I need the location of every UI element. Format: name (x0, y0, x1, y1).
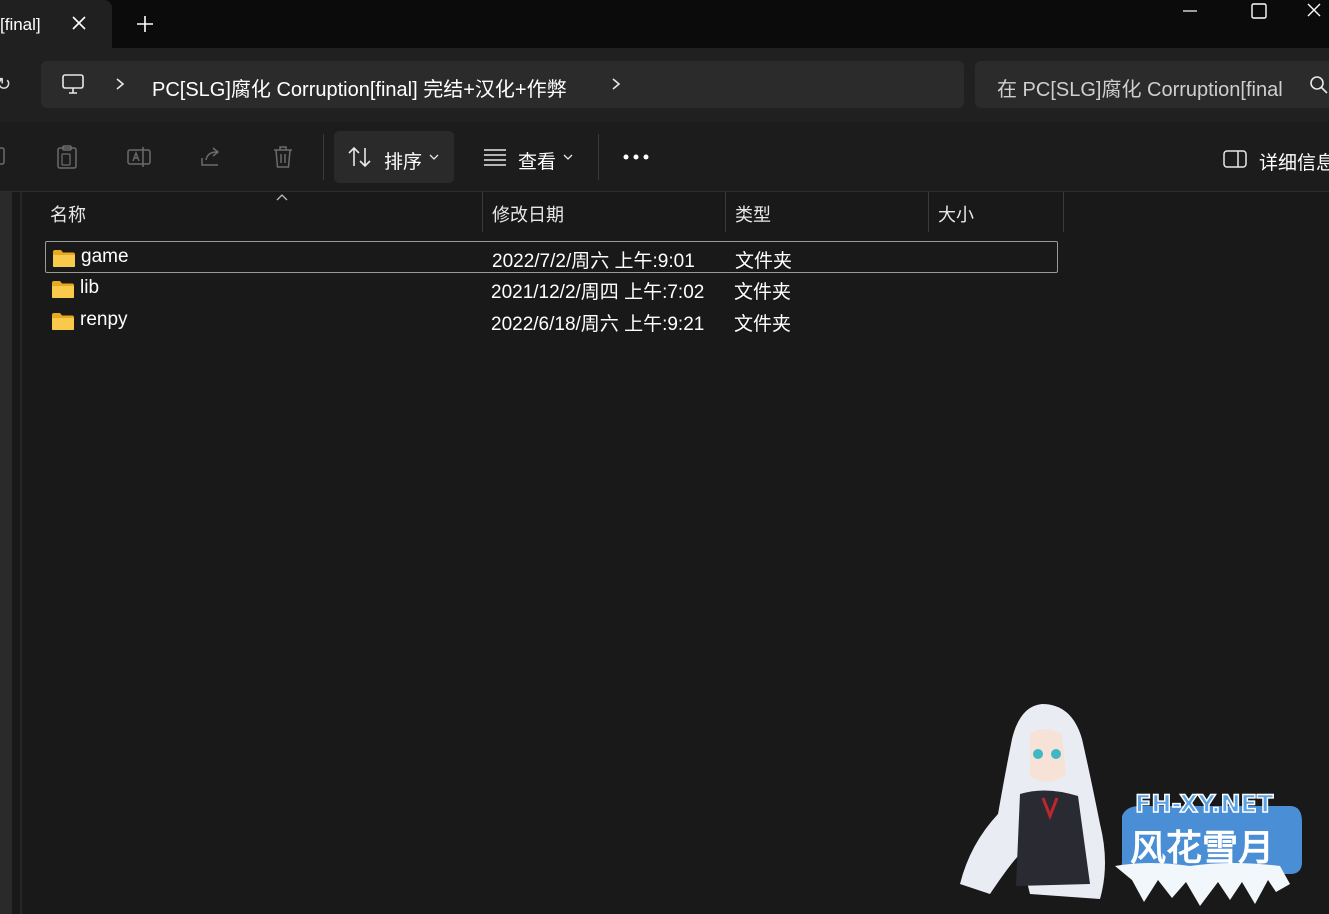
share-icon[interactable] (198, 144, 224, 170)
table-row[interactable]: lib 2021/12/2/周四 上午:7:02 文件夹 (45, 273, 1058, 305)
minimize-icon[interactable] (1166, 0, 1212, 30)
column-divider[interactable] (1063, 192, 1064, 232)
file-type: 文件夹 (735, 251, 793, 272)
details-pane-button[interactable]: 详细信息 (1214, 144, 1329, 174)
file-date: 2022/7/2/周六 上午:9:01 (492, 251, 695, 272)
sort-label: 排序 (384, 152, 423, 173)
file-date: 2021/12/2/周四 上午:7:02 (491, 282, 705, 303)
command-bar: 排序 查看 详细信息 (0, 122, 1329, 192)
search-icon[interactable] (1309, 75, 1329, 95)
chevron-down-icon (563, 154, 573, 160)
title-bar: [final] (0, 0, 1329, 48)
search-placeholder: 在 PC[SLG]腐化 Corruption[final] 中搜索 (997, 79, 1282, 101)
column-divider[interactable] (725, 192, 726, 232)
file-date: 2022/6/18/周六 上午:9:21 (491, 314, 705, 335)
column-header-name[interactable]: 名称 (42, 192, 482, 232)
navigation-row: ↻ PC[SLG]腐化 Corruption[final] 完结+汉化+作弊 在… (0, 48, 1329, 122)
chevron-down-icon (429, 154, 439, 160)
details-pane-icon (1223, 150, 1247, 168)
tab-label: [final] (0, 15, 41, 34)
column-divider[interactable] (928, 192, 929, 232)
column-header-type[interactable]: 类型 (727, 192, 927, 232)
window-close-icon[interactable] (1300, 0, 1329, 30)
watermark-title-text: 风花雪月 (1130, 828, 1274, 869)
rename-icon[interactable] (126, 144, 152, 170)
details-label: 详细信息 (1259, 153, 1329, 174)
delete-icon[interactable] (270, 144, 296, 170)
address-bar[interactable]: PC[SLG]腐化 Corruption[final] 完结+汉化+作弊 (41, 61, 964, 108)
chevron-right-icon[interactable] (609, 76, 623, 92)
sort-ascending-caret-icon (276, 194, 288, 201)
new-tab-plus-icon[interactable] (134, 13, 156, 35)
column-header-size[interactable]: 大小 (930, 192, 1062, 232)
table-row[interactable]: game 2022/7/2/周六 上午:9:01 文件夹 (45, 241, 1058, 273)
folder-icon (53, 250, 75, 267)
tab-active[interactable]: [final] (0, 0, 112, 48)
maximize-icon[interactable] (1236, 0, 1282, 30)
toolbar-divider (598, 134, 599, 180)
file-name: renpy (80, 309, 128, 330)
view-button[interactable]: 查看 (470, 131, 586, 183)
view-list-icon (484, 149, 506, 166)
paste-icon[interactable] (54, 144, 80, 170)
watermark-logo: FH-XY.NET 风花雪月 (960, 704, 1302, 906)
view-label: 查看 (518, 152, 557, 173)
search-input[interactable]: 在 PC[SLG]腐化 Corruption[final] 中搜索 (975, 61, 1329, 108)
sort-arrows-icon (348, 146, 371, 168)
column-size-label: 大小 (938, 205, 974, 225)
file-type: 文件夹 (734, 314, 792, 335)
column-date-label: 修改日期 (492, 205, 564, 225)
folder-icon (52, 313, 74, 330)
file-name: game (81, 246, 129, 267)
column-type-label: 类型 (735, 205, 771, 225)
navigation-pane[interactable] (0, 192, 12, 914)
close-icon[interactable] (68, 12, 90, 34)
computer-icon[interactable] (61, 73, 85, 95)
table-row[interactable]: renpy 2022/6/18/周六 上午:9:21 文件夹 (45, 305, 1058, 337)
sort-button[interactable]: 排序 (334, 131, 454, 183)
file-type: 文件夹 (734, 282, 792, 303)
chevron-right-icon[interactable] (113, 76, 127, 92)
folder-icon (52, 281, 74, 298)
column-header-date[interactable]: 修改日期 (484, 192, 724, 232)
breadcrumb-path[interactable]: PC[SLG]腐化 Corruption[final] 完结+汉化+作弊 (152, 73, 567, 102)
column-divider[interactable] (482, 192, 483, 232)
watermark-domain-text: FH-XY.NET (1135, 790, 1274, 818)
copy-icon[interactable] (0, 144, 12, 170)
toolbar-divider (323, 134, 324, 180)
file-name: lib (80, 277, 100, 298)
column-name-label: 名称 (50, 205, 86, 225)
more-options-icon[interactable] (614, 144, 658, 170)
refresh-icon[interactable]: ↻ (0, 74, 11, 95)
